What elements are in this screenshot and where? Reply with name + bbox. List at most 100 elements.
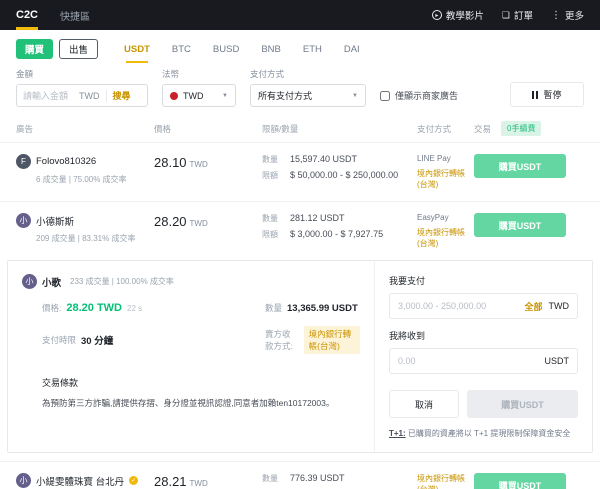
qty-value: 13,365.99 USDT [287,302,358,314]
qty-value: 776.39 USDT [290,473,345,484]
coin-tabs: USDT BTC BUSD BNB ETH DAI [124,38,360,63]
time-label: 支付時限 [42,335,77,345]
chevron-down-icon: ▼ [352,92,358,99]
seller-info[interactable]: F Folovo810326 6 成交量 | 75.00% 成交率 [16,154,154,185]
table-header: 廣告 價格 限額/數量 支付方式 交易 0手續費 [0,117,600,142]
qty-label: 數量 [262,214,278,223]
tab-eth[interactable]: ETH [303,38,322,61]
sell-tab[interactable]: 出售 [59,39,99,59]
fiat-label: 法幣 [162,69,180,79]
payment-method: 境內銀行轉帳(台灣) [417,169,465,189]
qty-label: 數量 [265,303,283,313]
document-icon: ❏ [501,9,510,20]
payment-cell: LINE Pay 境內銀行轉帳(台灣) [417,154,474,190]
zero-fee-badge: 0手續費 [501,121,542,136]
limit-label: 限額 [262,171,278,180]
buy-tab[interactable]: 購買 [16,39,54,59]
seller-method-detail: 賣方收款方式: 境內銀行轉帳(台灣) [265,326,360,354]
limit-value: $ 3,000.00 - $ 7,927.75 [290,229,384,239]
merchant-only-label: 僅顯示商家廣告 [395,91,459,101]
limit-label: 限額 [262,230,278,239]
vertical-dots-icon: ⋮ [550,9,561,21]
qty-label: 數量 [262,155,278,164]
avatar: F [16,154,31,169]
receive-input-group: USDT [389,348,578,374]
price-cell: 28.20 TWD [154,213,262,231]
pause-button[interactable]: 暫停 [510,82,584,107]
avatar: 小 [16,473,31,489]
payment-cell: 境內銀行轉帳(台灣) WeChat Alipay [417,473,474,489]
seller-name[interactable]: 小歌 [42,275,61,289]
buy-usdt-button[interactable]: 購買USDT [474,473,566,489]
tabs-row: 購買 出售 USDT BTC BUSD BNB ETH DAI [0,30,600,63]
pay-currency: TWD [548,301,570,311]
all-button[interactable]: 全部 [524,300,542,313]
price-value: 28.10 [154,155,187,170]
tab-btc[interactable]: BTC [172,38,191,61]
price-currency: TWD [189,219,208,228]
bank-transfer-tag: 境內銀行轉帳(台灣) [303,326,360,354]
payment-value: 所有支付方式 [258,91,313,101]
time-value: 30 分鐘 [81,336,114,347]
payment-filter: 支付方式 所有支付方式 ▼ [250,68,366,107]
payment-method: LINE Pay [417,154,451,163]
trade-cell: 購買USDT [474,213,592,237]
seller-name[interactable]: 小德斯斯 [36,214,74,228]
payment-select[interactable]: 所有支付方式 ▼ [250,84,366,107]
offer-row: 小 小緹雯體珠寶 台北丹 ✓ 587 成交量 | 100.00% 成交率 28.… [0,461,600,489]
tab-busd[interactable]: BUSD [213,38,239,61]
price-currency: TWD [189,479,208,489]
trade-label: 交易 [474,123,492,134]
terms-body: 為預防第三方詐騙,請提供存摺、身分證並視訊認證,同意者加賴ten10172003… [42,398,335,408]
cancel-button[interactable]: 取消 [389,390,459,418]
price-currency: TWD [189,160,208,169]
buy-usdt-button[interactable]: 購買USDT [474,154,566,178]
quick-zone-tab[interactable]: 快捷區 [60,8,90,23]
buy-usdt-submit-button[interactable]: 購買USDT [467,390,578,418]
seller-info[interactable]: 小 小緹雯體珠寶 台北丹 ✓ 587 成交量 | 100.00% 成交率 [16,473,154,489]
avatar: 小 [16,213,31,228]
receive-amount-input[interactable] [398,356,539,366]
trade-terms: 交易條款 為預防第三方詐騙,請提供存摺、身分證並視訊認證,同意者加賴ten101… [42,376,360,410]
seller-name[interactable]: 小緹雯體珠寶 台北丹 [36,474,124,488]
price-cell: 28.10 TWD [154,154,262,172]
more-label: 更多 [564,11,584,22]
tutorial-label: 教學影片 [445,11,484,22]
qty-detail: 數量 13,365.99 USDT [265,302,360,314]
amount-currency: TWD [79,90,100,101]
tab-bnb[interactable]: BNB [261,38,281,61]
seller-name[interactable]: Folovo810326 [36,156,96,167]
tutorial-link[interactable]: ▸ 教學影片 [431,8,484,22]
expanded-offer-card: 小 小歌 233 成交量 | 100.00% 成交率 價格: 28.20 TWD… [7,260,593,454]
fiat-select[interactable]: TWD ▼ [162,84,236,107]
qty-limit-cell: 數量776.39 USDT 限額$ 10,000.00 - $ 21,902.1… [262,473,417,489]
seller-stats: 233 成交量 | 100.00% 成交率 [70,277,174,286]
orders-link[interactable]: ❏ 訂單 [501,8,533,23]
buy-usdt-button[interactable]: 購買USDT [474,213,566,237]
amount-input[interactable] [23,90,79,101]
divider [105,89,107,102]
payment-time-detail: 支付時限 30 分鐘 [42,326,257,354]
receive-currency: USDT [544,356,570,366]
tab-dai[interactable]: DAI [344,38,360,61]
fiat-value: TWD [183,90,204,101]
c2c-brand-tab[interactable]: C2C [16,0,39,30]
amount-filter: 金額 TWD 搜尋 [16,68,148,107]
terms-title: 交易條款 [42,378,79,388]
payment-method: EasyPay [417,213,449,222]
merchant-only-checkbox[interactable] [380,90,390,101]
more-menu[interactable]: ⋮ 更多 [550,8,584,23]
header-price: 價格 [154,123,172,134]
search-button[interactable]: 搜尋 [113,89,131,102]
tab-usdt[interactable]: USDT [124,38,150,63]
header-payment: 支付方式 [417,123,452,134]
seller-info[interactable]: 小 小德斯斯 209 成交量 | 83.31% 成交率 [16,213,154,244]
header-trade: 交易 0手續費 [474,121,592,136]
qty-limit-cell: 數量 15,597.40 USDT 限額 $ 50,000.00 - $ 250,0… [262,154,417,181]
qty-value: 281.12 USDT [290,213,345,223]
price-value: 28.21 [154,474,187,489]
pay-amount-input[interactable] [398,301,519,311]
receive-label: 我將收到 [389,331,426,341]
pause-icon [532,90,539,99]
